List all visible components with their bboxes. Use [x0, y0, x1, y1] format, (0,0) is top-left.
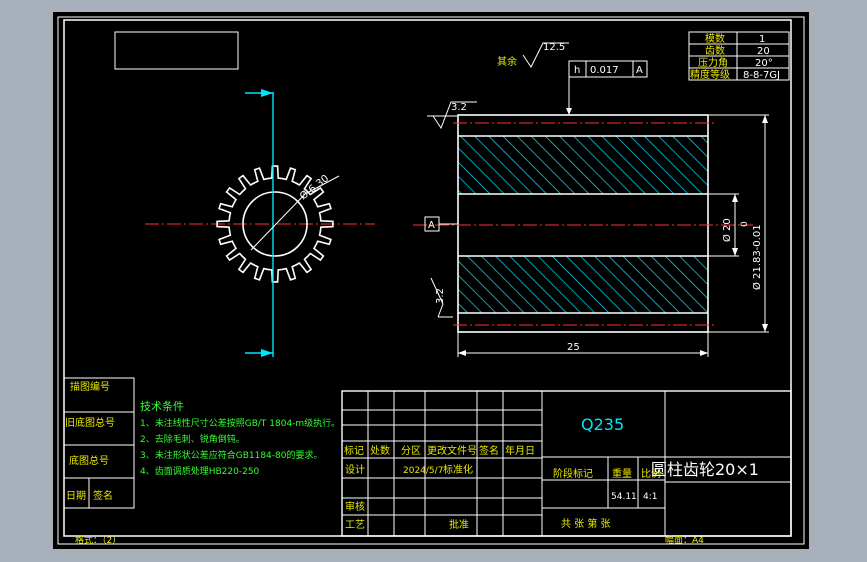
tb-stage-label: 阶段标记 [553, 467, 593, 480]
tb-header-date: 年月日 [505, 444, 535, 457]
bore-dimension: Ø 6.30 [297, 172, 331, 202]
roughness-rest-value: 12.5 [543, 42, 565, 53]
gear-section-view[interactable]: A 25 Ø 20 Ø 21.83-0.01 0 [413, 114, 769, 357]
tech-item-2: 2、去除毛刺、锐角倒钝。 [140, 433, 245, 445]
outer-upper-tolerance: 0 [740, 221, 750, 227]
param-label-teeth: 齿数 [705, 44, 725, 57]
side-label-drawing-no: 描图编号 [70, 380, 110, 393]
tb-review-label: 审核 [345, 500, 365, 513]
param-value-accuracy: 8-8-7GJ [743, 70, 780, 81]
drawing-code-box [114, 31, 239, 70]
tb-header-zone: 分区 [401, 445, 421, 457]
tolerance-symbol: h [574, 65, 580, 76]
side-label-column: 描图编号 旧底图总号 底图总号 日期 签名 [63, 377, 135, 509]
side-label-signature: 签名 [93, 489, 113, 502]
tech-item-1: 1、未注线性尺寸公差按照GB/T 1804-m级执行。 [140, 417, 340, 429]
tolerance-datum: A [636, 65, 643, 76]
roughness-rest-label: 其余 [497, 55, 517, 68]
tb-material: Q235 [581, 415, 624, 434]
footer-paper: 幅面：A4 [665, 534, 704, 546]
cad-canvas[interactable]: 模数 1 齿数 20 压力角 20° 精度等级 8-8-7GJ 其余 12.5 … [53, 12, 809, 549]
tolerance-frame: h 0.017 A [566, 60, 648, 115]
param-label-pressure-angle: 压力角 [698, 56, 728, 69]
tb-standardize-label: 标准化 [443, 463, 473, 476]
tb-header-mark: 标记 [344, 445, 364, 457]
tb-header-change-doc: 更改文件号 [427, 444, 477, 457]
side-label-old-base: 旧底图总号 [65, 416, 115, 429]
param-value-teeth: 20 [757, 46, 770, 57]
tb-weight-value: 54.11 [611, 492, 637, 502]
tb-scale-value: 4:1 [643, 492, 657, 502]
side-label-base: 底图总号 [69, 454, 109, 467]
gear-front-view[interactable]: Ø 6.30 [145, 89, 375, 357]
hatch-lower [458, 256, 708, 313]
param-label-accuracy: 精度等级 [690, 68, 730, 81]
roughness-face-value: 3.2 [451, 102, 467, 113]
hub-dimension: Ø 20 [721, 218, 733, 242]
tb-design-label: 设计 [345, 463, 365, 476]
hatch-upper [458, 136, 708, 194]
roughness-face-value-2: 3.2 [435, 288, 446, 304]
outer-dimension: Ø 21.83-0.01 [751, 224, 763, 290]
tb-weight-label: 重量 [612, 467, 632, 480]
roughness-face-symbol-2: 3.2 [430, 277, 453, 318]
param-value-module: 1 [759, 34, 765, 45]
gear-params-table: 模数 1 齿数 20 压力角 20° 精度等级 8-8-7GJ [688, 31, 790, 81]
bore-dim-leader [250, 193, 306, 251]
param-label-module: 模数 [705, 32, 725, 45]
tolerance-value: 0.017 [590, 65, 619, 76]
tb-approve-label: 批准 [449, 518, 469, 531]
tb-part-name: 圆柱齿轮20×1 [651, 460, 759, 479]
footer-format: 格式：（2） [75, 534, 121, 546]
tb-process-label: 工艺 [345, 519, 365, 531]
tb-header-signature: 签名 [479, 444, 499, 457]
side-label-date: 日期 [66, 490, 86, 502]
tb-header-count: 处数 [370, 444, 390, 457]
tech-requirements: 技术条件 1、未注线性尺寸公差按照GB/T 1804-m级执行。 2、去除毛刺、… [140, 399, 340, 477]
datum-label: A [428, 220, 435, 231]
tb-design-date: 2024/5/7 [403, 466, 443, 476]
title-block[interactable]: 标记 处数 分区 更改文件号 签名 年月日 设计 2024/5/7 标准化 审核… [341, 390, 792, 537]
tb-sheets: 共 张 第 张 [561, 517, 611, 530]
tech-title: 技术条件 [140, 399, 184, 413]
roughness-rest-symbol: 其余 12.5 [497, 42, 569, 68]
param-value-pressure-angle: 20° [755, 58, 773, 69]
length-dimension: 25 [567, 342, 580, 353]
tech-item-3: 3、未注形状公差应符合GB1184-80的要求。 [140, 449, 322, 461]
drawing-sheet: 模数 1 齿数 20 压力角 20° 精度等级 8-8-7GJ 其余 12.5 … [53, 12, 809, 549]
tech-item-4: 4、齿面调质处理HB220-250 [140, 465, 260, 477]
